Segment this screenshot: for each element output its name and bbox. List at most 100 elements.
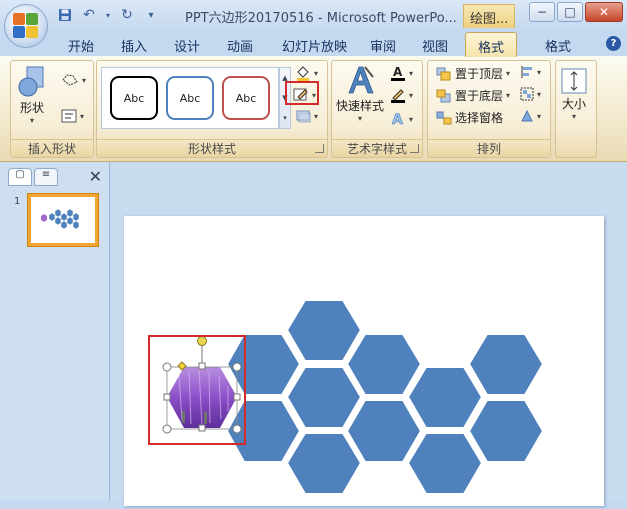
text-fill-dropdown-icon: ▾ xyxy=(409,68,414,78)
quick-styles-dropdown-icon: ▾ xyxy=(358,114,363,123)
selection-pane-label: 选择窗格 xyxy=(455,111,504,125)
shape-style-red[interactable]: Abc xyxy=(222,76,270,120)
hexagon xyxy=(285,432,363,495)
edit-points-icon xyxy=(62,74,78,86)
minimize-button[interactable]: − xyxy=(529,2,555,22)
wordart-a-icon xyxy=(348,66,374,94)
paint-bucket-icon xyxy=(297,66,309,81)
text-effects-icon: A xyxy=(392,112,404,127)
window-title: PPT六边形20170516 - Microsoft PowerPo... xyxy=(185,11,457,26)
text-fill-button[interactable]: A ▾ xyxy=(390,65,413,81)
slide-editing-area xyxy=(111,162,627,506)
shape-fill-dropdown-icon: ▾ xyxy=(314,68,319,78)
hexagon xyxy=(406,366,484,429)
thumbnail-preview xyxy=(41,208,80,230)
size-dropdown-icon: ▾ xyxy=(571,112,576,121)
group-objects-icon xyxy=(520,87,534,101)
shape-style-blue[interactable]: Abc xyxy=(166,76,214,120)
tab-animations[interactable]: 动画 xyxy=(227,36,253,55)
group-dropdown-icon: ▾ xyxy=(537,89,542,99)
office-logo-icon xyxy=(13,13,39,39)
bring-to-front-button[interactable]: 置于顶层 ▾ xyxy=(436,65,510,82)
group-shape-styles: Abc Abc Abc ▲ ▼ ▾ ▾ ▾ ▾ 形状样式 xyxy=(96,60,328,158)
slide-number: 1 xyxy=(14,196,21,207)
quick-styles-label: 快速样式 xyxy=(336,99,385,113)
rotate-button[interactable]: ▾ xyxy=(520,109,541,123)
pane-close-icon[interactable]: ✕ xyxy=(89,167,102,186)
tab-format[interactable]: 格式 xyxy=(545,36,571,55)
text-outline-icon xyxy=(391,89,405,103)
text-box-button[interactable]: ▾ xyxy=(61,109,84,123)
office-button[interactable] xyxy=(4,4,48,48)
text-box-dropdown-icon: ▾ xyxy=(80,111,85,121)
size-button[interactable]: 大小 ▾ xyxy=(560,67,588,121)
gallery-more-icon[interactable]: ▾ xyxy=(283,114,287,122)
edit-shape-dropdown-icon: ▾ xyxy=(82,75,87,85)
outline-tab[interactable]: ≡ xyxy=(34,168,58,186)
shape-style-black[interactable]: Abc xyxy=(110,76,158,120)
insert-shapes-label: 插入形状 xyxy=(11,139,93,157)
text-outline-dropdown-icon: ▾ xyxy=(409,90,414,100)
tab-insert[interactable]: 插入 xyxy=(121,36,147,55)
text-effects-dropdown-icon: ▾ xyxy=(409,114,414,124)
slides-pane: ▢ ≡ ✕ 1 xyxy=(0,162,110,500)
text-fill-icon: A xyxy=(391,65,405,81)
redo-icon[interactable]: ↻ xyxy=(118,6,136,24)
quick-styles-button[interactable]: 快速样式 ▾ xyxy=(336,63,384,123)
group-wordart-styles: 快速样式 ▾ A ▾ ▾ A ▾ 艺术字样式 xyxy=(331,60,423,158)
hexagon xyxy=(406,432,484,495)
undo-icon[interactable]: ↶ xyxy=(80,6,98,24)
highlight-outline-button xyxy=(285,81,319,105)
tab-design[interactable]: 设计 xyxy=(174,36,200,55)
save-icon[interactable] xyxy=(56,6,74,24)
svg-text:A: A xyxy=(393,65,403,79)
close-button[interactable]: ✕ xyxy=(585,2,623,22)
send-back-dropdown-icon: ▾ xyxy=(506,91,511,100)
shapes-icon xyxy=(18,66,44,97)
pane-tabs: ▢ ≡ ✕ xyxy=(6,166,104,188)
tab-home[interactable]: 开始 xyxy=(68,36,94,55)
shape-style-gallery: Abc Abc Abc xyxy=(101,67,279,129)
ribbon-tab-bar: 开始 插入 设计 动画 幻灯片放映 审阅 视图 格式 格式 ? xyxy=(0,32,627,57)
selection-pane-icon xyxy=(436,111,452,124)
tab-view[interactable]: 视图 xyxy=(422,36,448,55)
wordart-launcher-icon[interactable] xyxy=(410,144,419,153)
text-effects-button[interactable]: A ▾ xyxy=(390,111,413,127)
hexagon-layout xyxy=(148,299,545,495)
maximize-button[interactable]: □ xyxy=(557,2,583,22)
quick-access-toolbar: ↶ ▾ ↻ ▾ xyxy=(56,6,160,24)
shape-styles-label: 形状样式 xyxy=(97,139,327,157)
tab-review[interactable]: 审阅 xyxy=(370,36,396,55)
shapes-button[interactable]: 形状 ▾ xyxy=(17,65,47,125)
help-icon[interactable]: ? xyxy=(606,36,621,51)
title-bar: ↶ ▾ ↻ ▾ PPT六边形20170516 - Microsoft Power… xyxy=(0,0,627,32)
shapes-label: 形状 xyxy=(19,101,44,115)
group-objects-button[interactable]: ▾ xyxy=(520,87,541,101)
send-to-back-button[interactable]: 置于底层 ▾ xyxy=(436,87,510,104)
hexagon xyxy=(467,399,545,463)
edit-shape-button[interactable]: ▾ xyxy=(61,73,86,87)
align-button[interactable]: ▾ xyxy=(520,65,541,79)
align-dropdown-icon: ▾ xyxy=(537,67,542,77)
slide-canvas[interactable] xyxy=(124,216,604,506)
size-icon xyxy=(561,68,587,94)
lavender-picture[interactable] xyxy=(167,367,237,428)
drawing-tools-context-label: 绘图... xyxy=(463,4,515,28)
undo-dropdown-icon[interactable]: ▾ xyxy=(104,6,112,24)
hexagon xyxy=(345,399,423,463)
shape-effects-button[interactable]: ▾ xyxy=(295,109,318,123)
bring-to-front-label: 置于顶层 xyxy=(455,67,504,81)
slides-tab[interactable]: ▢ xyxy=(8,168,32,186)
shape-styles-launcher-icon[interactable] xyxy=(315,144,324,153)
selection-pane-button[interactable]: 选择窗格 xyxy=(436,109,503,126)
shape-effects-dropdown-icon: ▾ xyxy=(314,111,319,121)
slide-thumbnail[interactable] xyxy=(27,193,99,247)
tab-slide-show[interactable]: 幻灯片放映 xyxy=(282,36,347,55)
tab-format-picture[interactable]: 格式 xyxy=(465,32,518,57)
shape-style-text: Abc xyxy=(179,91,201,105)
text-outline-button[interactable]: ▾ xyxy=(390,87,413,103)
arrange-label: 排列 xyxy=(428,139,550,157)
shape-effects-icon xyxy=(296,110,311,123)
customize-icon[interactable]: ▾ xyxy=(142,6,160,24)
shape-fill-button[interactable]: ▾ xyxy=(295,65,318,81)
